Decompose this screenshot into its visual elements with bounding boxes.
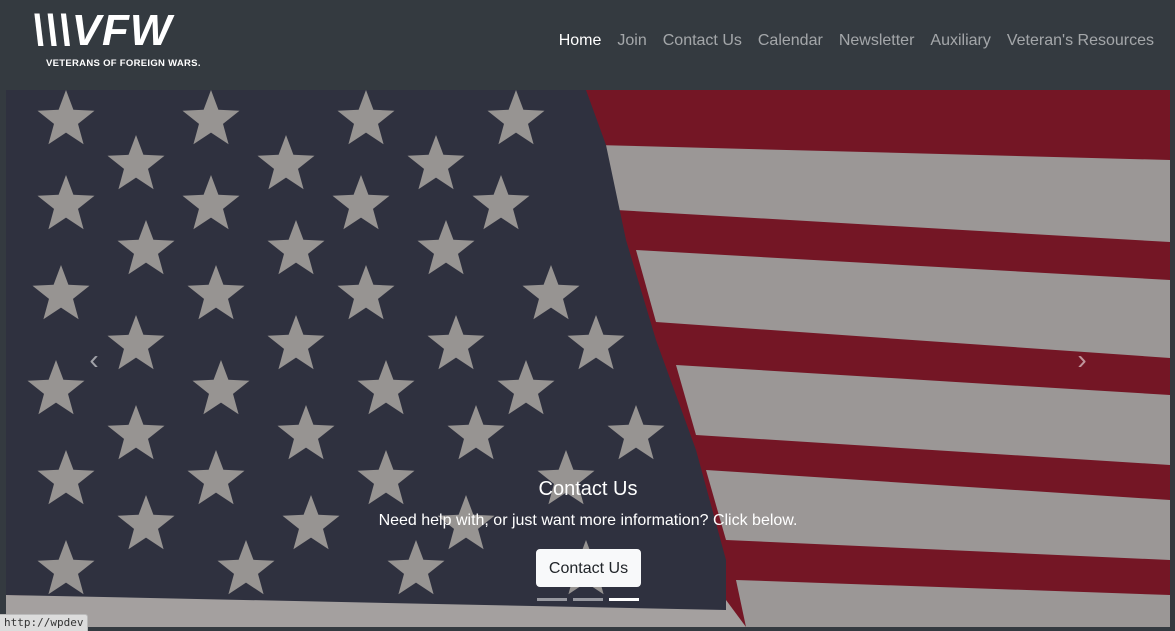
- nav-item-calendar[interactable]: Calendar: [750, 30, 831, 52]
- vfw-logo[interactable]: \\\VFW VETERANS OF FOREIGN WARS.: [32, 6, 201, 74]
- slide-text: Need help with, or just want more inform…: [378, 512, 798, 529]
- nav-item-auxiliary[interactable]: Auxiliary: [922, 30, 998, 52]
- nav-item-newsletter[interactable]: Newsletter: [831, 30, 923, 52]
- nav-item-home[interactable]: Home: [551, 30, 610, 52]
- main-nav: Home Join Contact Us Calendar Newsletter…: [551, 30, 1162, 52]
- hero-overlay: [6, 90, 1170, 627]
- nav-item-veterans-resources[interactable]: Veteran's Resources: [999, 30, 1162, 52]
- chevron-right-icon[interactable]: ›: [1070, 346, 1094, 374]
- logo-subtitle: VETERANS OF FOREIGN WARS.: [46, 58, 201, 69]
- carousel-indicator[interactable]: [537, 598, 567, 601]
- chevron-left-icon[interactable]: ‹: [82, 346, 106, 374]
- slide-title: Contact Us: [538, 478, 638, 500]
- carousel-indicator[interactable]: [573, 598, 603, 601]
- carousel-indicators: [537, 598, 639, 601]
- status-bar-url: http://wpdev: [0, 614, 89, 631]
- navbar: \\\VFW VETERANS OF FOREIGN WARS. Home Jo…: [0, 0, 1175, 84]
- contact-us-button[interactable]: Contact Us: [536, 549, 641, 587]
- nav-item-contact-us[interactable]: Contact Us: [655, 30, 750, 52]
- logo-mark: \\\VFW: [32, 6, 173, 55]
- nav-item-join[interactable]: Join: [609, 30, 654, 52]
- carousel-indicator[interactable]: [609, 598, 639, 601]
- hero-carousel: ‹ › Contact Us Need help with, or just w…: [6, 90, 1170, 627]
